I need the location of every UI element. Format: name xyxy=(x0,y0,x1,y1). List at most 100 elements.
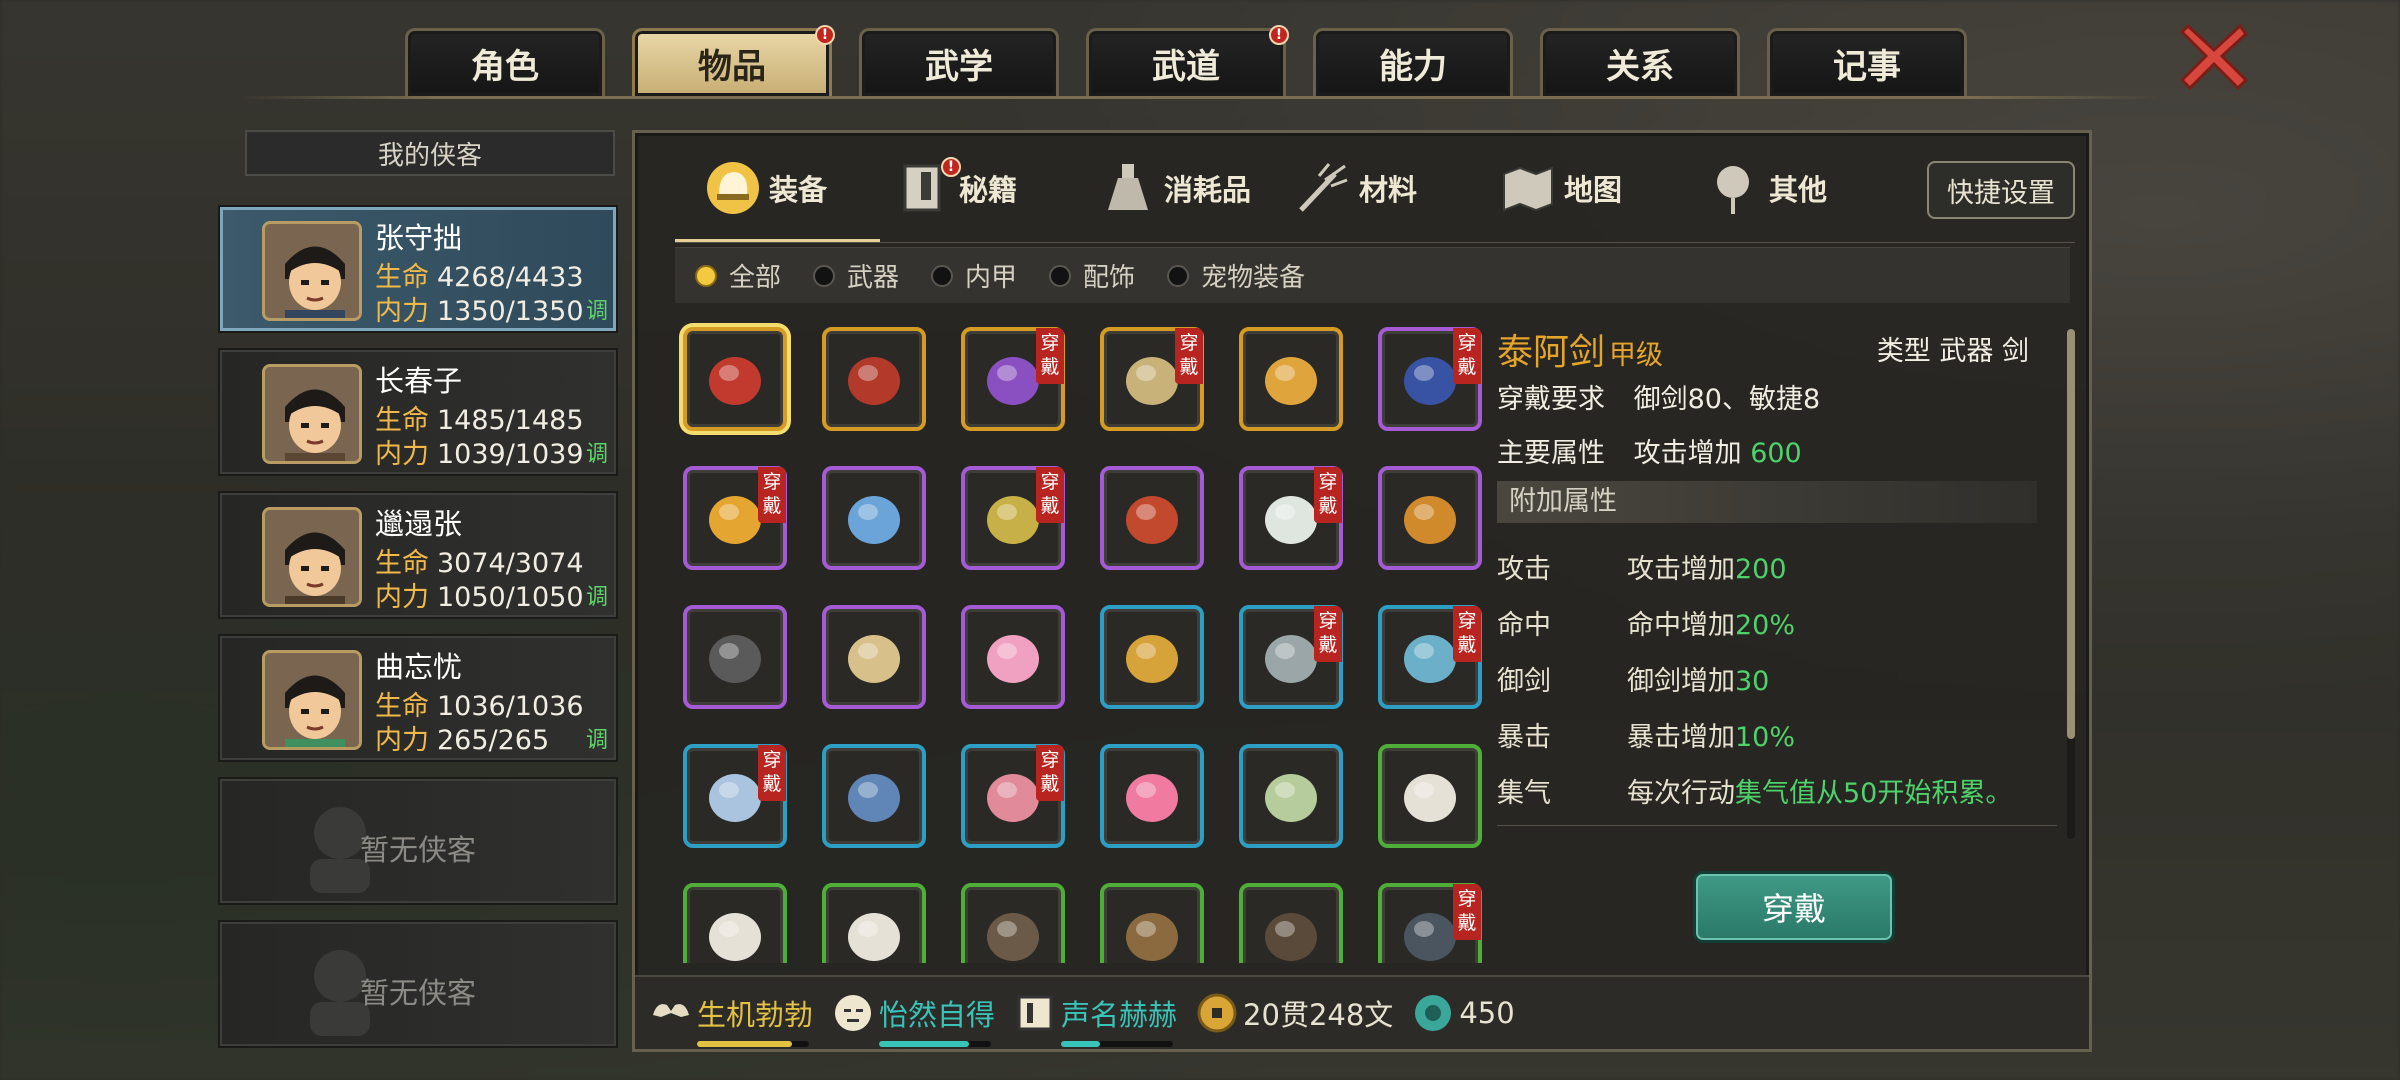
filter-option[interactable]: 武器 xyxy=(813,257,899,294)
category-tabs: 装备 秘籍! 消耗品 材料 地图 其他 xyxy=(675,153,2055,223)
status-meter-fill xyxy=(1061,1041,1101,1047)
item-slot[interactable] xyxy=(683,883,787,963)
item-slot[interactable]: 穿戴 xyxy=(683,466,787,570)
avatar xyxy=(262,507,362,607)
item-slot[interactable]: 穿戴 xyxy=(1378,327,1482,431)
member-name: 长春子 xyxy=(375,364,463,398)
item-slot[interactable]: 穿戴 xyxy=(683,744,787,848)
item-slot[interactable]: 穿戴 xyxy=(961,744,1065,848)
category-label: 消耗品 xyxy=(1164,173,1252,207)
tune-button[interactable]: 调 xyxy=(586,293,608,325)
item-type-value: 武器 剑 xyxy=(1939,336,2029,367)
filter-option[interactable]: 全部 xyxy=(695,257,781,294)
category-tab-3[interactable]: 材料 xyxy=(1295,153,1417,223)
item-slot[interactable] xyxy=(822,327,926,431)
detail-divider xyxy=(1497,825,2057,826)
mp-value: 1039/1039 xyxy=(437,439,584,470)
attr-key: 集气 xyxy=(1497,778,1551,809)
radio-dot-icon xyxy=(695,264,717,287)
close-icon xyxy=(2179,23,2249,91)
item-slot[interactable] xyxy=(822,466,926,570)
top-tab-3[interactable]: 武道! xyxy=(1086,25,1289,96)
category-tab-0[interactable]: 装备 xyxy=(705,153,827,223)
equip-label: 穿戴 xyxy=(1761,890,1826,928)
item-slot[interactable] xyxy=(822,605,926,709)
item-slot[interactable]: 穿戴 xyxy=(961,466,1065,570)
close-button[interactable] xyxy=(2178,20,2250,92)
scroll-thumb[interactable] xyxy=(2067,329,2075,739)
filter-option[interactable]: 配饰 xyxy=(1049,257,1135,294)
demon-mask-icon xyxy=(838,343,910,415)
item-slot[interactable] xyxy=(822,883,926,963)
detail-scrollbar[interactable] xyxy=(2067,329,2075,839)
spear-icon xyxy=(1116,899,1188,963)
category-tab-2[interactable]: 消耗品 xyxy=(1100,153,1251,223)
jade-icon xyxy=(1411,991,1455,1035)
top-tab-label: 角色 xyxy=(471,47,539,87)
filter-label: 武器 xyxy=(847,263,900,293)
roster-card[interactable]: 长春子 生命 1485/1485 内力 1039/1039 调 xyxy=(218,348,618,476)
item-slot[interactable] xyxy=(961,883,1065,963)
jade-ring-icon xyxy=(1255,760,1327,832)
item-slot[interactable] xyxy=(1378,466,1482,570)
item-slot[interactable] xyxy=(1239,883,1343,963)
item-slot[interactable] xyxy=(1239,744,1343,848)
quick-settings-button[interactable]: 快捷设置 xyxy=(1927,161,2075,219)
filter-option[interactable]: 宠物装备 xyxy=(1167,257,1305,294)
item-slot[interactable] xyxy=(961,605,1065,709)
attr-value: 暴击增加10% xyxy=(1627,715,1795,754)
fame-icon xyxy=(1013,991,1057,1035)
item-slot[interactable] xyxy=(1100,466,1204,570)
top-tab-0[interactable]: 角色 xyxy=(405,28,605,96)
item-slot[interactable]: 穿戴 xyxy=(1239,605,1343,709)
item-slot[interactable] xyxy=(822,744,926,848)
empty-slot-label: 暂无侠客 xyxy=(359,833,476,867)
item-slot[interactable]: 穿戴 xyxy=(961,327,1065,431)
requirement-value: 御剑80、敏捷8 xyxy=(1633,384,1821,415)
filter-option[interactable]: 内甲 xyxy=(931,257,1017,294)
top-tab-4[interactable]: 能力 xyxy=(1313,28,1513,96)
cloth-wrap-icon xyxy=(699,899,771,963)
brush-spear-icon xyxy=(1255,899,1327,963)
equipped-tag: 穿戴 xyxy=(1036,467,1064,523)
category-tab-4[interactable]: 地图 xyxy=(1500,153,1622,223)
item-slot[interactable] xyxy=(1239,327,1343,431)
attr-value: 攻击增加200 xyxy=(1627,547,1787,586)
tune-button[interactable]: 调 xyxy=(586,722,608,754)
item-slot[interactable] xyxy=(1100,744,1204,848)
empty-roster-slot[interactable]: 暂无侠客 xyxy=(218,777,618,905)
attr-text: 御剑增加 xyxy=(1627,666,1735,697)
category-tab-5[interactable]: 其他 xyxy=(1705,153,1827,223)
status-meter-fill xyxy=(697,1041,793,1047)
gold-pendant-icon xyxy=(1394,482,1466,554)
item-slot[interactable] xyxy=(1100,605,1204,709)
roster-header-label: 我的侠客 xyxy=(377,140,482,171)
attr-amount: 集气值从50开始积累。 xyxy=(1735,778,2013,809)
roster-card[interactable]: 邋遢张 生命 3074/3074 内力 1050/1050 调 xyxy=(218,491,618,619)
top-tab-2[interactable]: 武学 xyxy=(859,28,1059,96)
roster-card[interactable]: 张守拙 生命 4268/4433 内力 1350/1350 调 xyxy=(218,205,618,333)
item-slot[interactable]: 穿戴 xyxy=(1378,605,1482,709)
item-slot[interactable]: 穿戴 xyxy=(1239,466,1343,570)
top-tab-5[interactable]: 关系 xyxy=(1540,28,1740,96)
item-slot[interactable] xyxy=(683,605,787,709)
tune-button[interactable]: 调 xyxy=(586,579,608,611)
top-tab-6[interactable]: 记事 xyxy=(1767,28,1967,96)
equipped-tag: 穿戴 xyxy=(758,745,786,801)
gold-mask-icon xyxy=(1255,343,1327,415)
item-slot[interactable] xyxy=(683,327,787,431)
item-slot[interactable] xyxy=(1378,744,1482,848)
attr-amount: 10% xyxy=(1735,722,1796,753)
item-slot[interactable]: 穿戴 xyxy=(1100,327,1204,431)
member-name: 张守拙 xyxy=(375,221,463,255)
tune-button[interactable]: 调 xyxy=(586,436,608,468)
item-slot[interactable] xyxy=(1100,883,1204,963)
equip-button[interactable]: 穿戴 xyxy=(1693,871,1895,943)
fang-necklace-icon xyxy=(838,621,910,693)
category-tab-1[interactable]: 秘籍! xyxy=(895,153,1017,223)
top-tab-1[interactable]: 物品! xyxy=(632,25,835,96)
roster-card[interactable]: 曲忘忧 生命 1036/1036 内力 265/265 调 xyxy=(218,634,618,762)
item-slot[interactable]: 穿戴 xyxy=(1378,883,1482,963)
empty-roster-slot[interactable]: 暂无侠客 xyxy=(218,920,618,1048)
equipped-tag: 穿戴 xyxy=(1453,606,1481,662)
